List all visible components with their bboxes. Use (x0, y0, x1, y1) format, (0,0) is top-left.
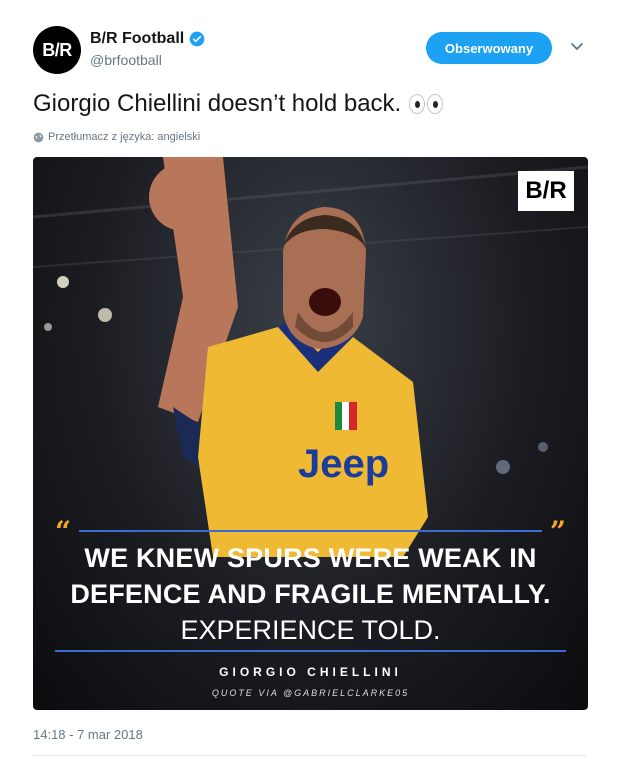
translate-link[interactable]: Przetłumacz z języka: angielski (33, 131, 200, 143)
display-name[interactable]: B/R Football (90, 30, 184, 48)
avatar[interactable]: B/R (33, 26, 81, 74)
quote-attribution: GIORGIO CHIELLINI (219, 665, 402, 679)
globe-icon (33, 132, 44, 142)
quote-line-2: DEFENCE AND FRAGILE MENTALLY. (70, 579, 551, 609)
br-logo: B/R (518, 171, 574, 211)
verified-badge-icon (189, 31, 205, 47)
following-button[interactable]: Obserwowany (426, 32, 552, 64)
eyes-emoji-icon (409, 94, 444, 114)
svg-text:Jeep: Jeep (298, 442, 389, 486)
quote-credit: QUOTE VIA @GABRIELCLARKE05 (211, 688, 410, 698)
quote-text: WE KNEW SPURS WERE WEAK IN DEFENCE AND F… (33, 540, 588, 648)
quote-bottom-rule (55, 650, 566, 652)
quote-line-1: WE KNEW SPURS WERE WEAK IN (84, 543, 537, 573)
quote-line-3: EXPERIENCE TOLD. (180, 615, 441, 645)
chevron-down-icon[interactable] (570, 40, 584, 54)
tweet-text: Giorgio Chiellini doesn’t hold back. (33, 90, 402, 117)
account-handle[interactable]: @brfootball (90, 52, 162, 68)
quote-top-rule (79, 530, 542, 532)
tweet-text-row: Giorgio Chiellini doesn’t hold back. (33, 90, 444, 118)
account-name-row: B/R Football (90, 30, 205, 48)
tweet-timestamp[interactable]: 14:18 - 7 mar 2018 (33, 727, 143, 742)
tweet-media-image[interactable]: Jeep B/R “ ” WE KNEW SPURS WERE WEAK IN … (33, 157, 588, 710)
divider (33, 755, 587, 756)
translate-label[interactable]: Przetłumacz z języka: angielski (48, 131, 200, 143)
